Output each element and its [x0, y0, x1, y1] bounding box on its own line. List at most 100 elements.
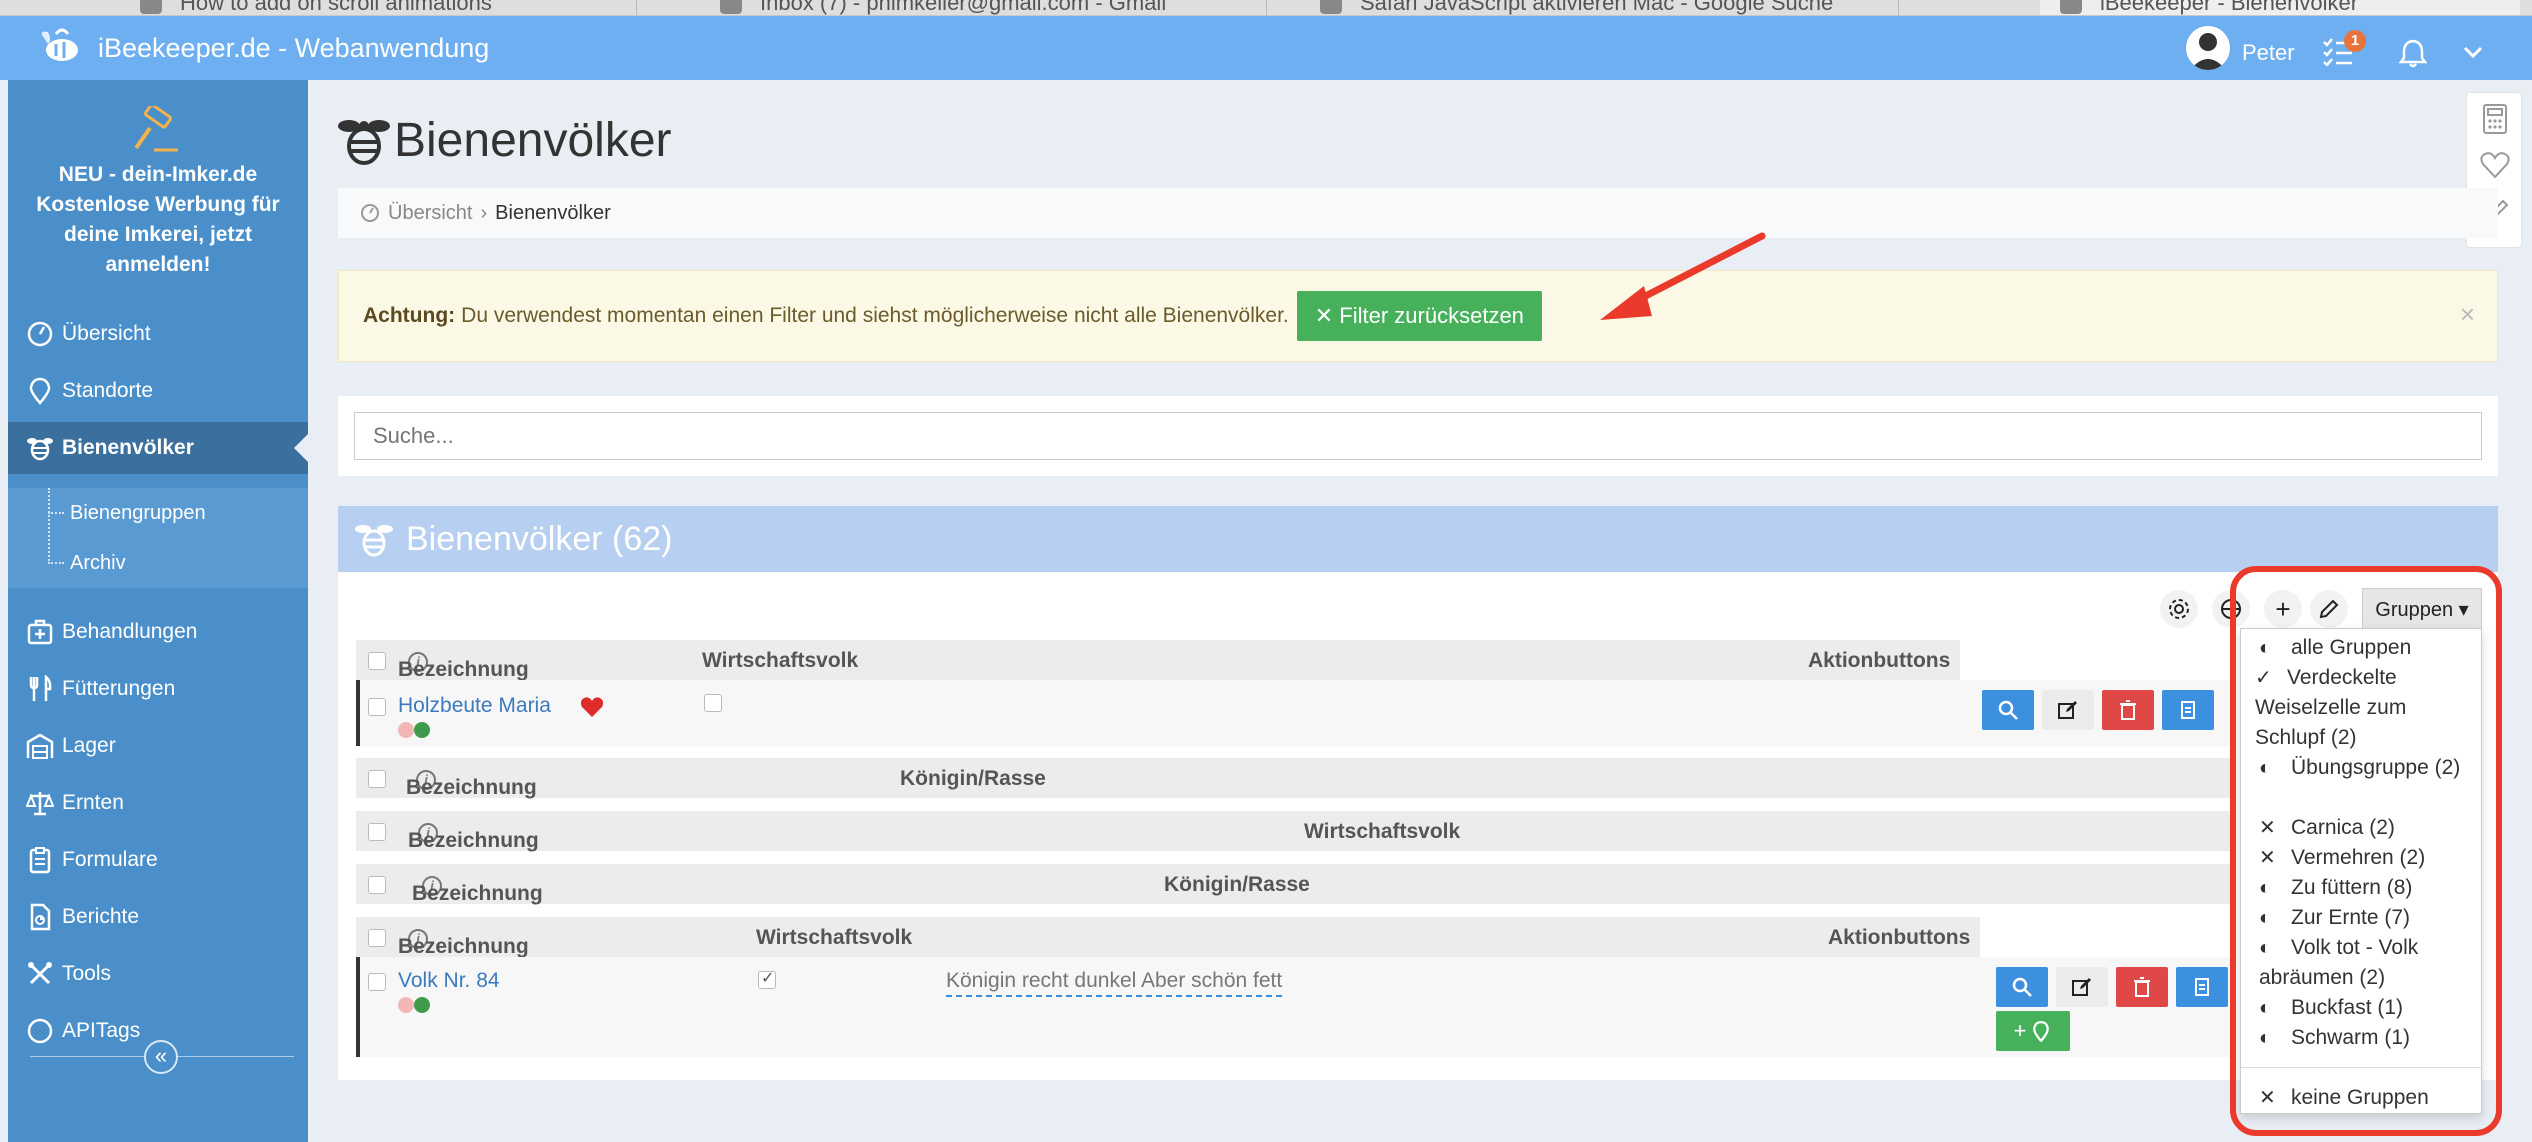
wirtschaftsvolk-checkbox[interactable]	[704, 694, 722, 712]
add-location-button[interactable]: +	[1996, 1011, 2070, 1051]
bee-logo-icon[interactable]	[34, 26, 86, 68]
breadcrumb-home[interactable]: Übersicht	[388, 202, 472, 225]
sidebar-item-bienengruppen[interactable]: Bienengruppen	[8, 488, 308, 538]
clipboard-icon	[29, 847, 51, 874]
select-all-checkbox[interactable]	[368, 929, 386, 947]
wirtschaftsvolk-checkbox[interactable]	[758, 968, 776, 989]
chevron-down-icon[interactable]	[2462, 42, 2484, 62]
delete-button[interactable]	[2116, 967, 2168, 1007]
sidebar-item-label: APITags	[62, 1019, 141, 1042]
search-input[interactable]	[354, 412, 2482, 460]
sidebar-item-label: Tools	[62, 962, 112, 985]
bell-icon[interactable]	[2398, 38, 2428, 68]
col-bezeichnung[interactable]: Bezeichnung i	[408, 820, 539, 852]
map-pin-icon	[29, 377, 51, 405]
browser-tab[interactable]: Inbox (7) - pnimkeller@gmail.com - Gmail	[700, 0, 1260, 15]
circle-icon	[27, 1018, 53, 1044]
col-koenigin[interactable]: Königin/Rasse	[900, 767, 1046, 791]
alert-text: Du verwendest momentan einen Filter und …	[461, 304, 1289, 327]
calculator-icon[interactable]	[2479, 103, 2511, 135]
notes-button[interactable]	[2176, 967, 2228, 1007]
reset-filter-button[interactable]: ✕ Filter zurücksetzen	[1296, 291, 1542, 341]
browser-tab[interactable]: How to add on scroll animations	[120, 0, 620, 15]
view-button[interactable]	[1996, 967, 2048, 1007]
col-bezeichnung[interactable]: Bezeichnung i	[398, 649, 529, 681]
view-button[interactable]	[1982, 690, 2034, 730]
sidebar-item-standorte[interactable]: Standorte	[8, 365, 308, 417]
gear-icon[interactable]	[2160, 590, 2198, 628]
table-header: Bezeichnung i Wirtschaftsvolk Aktionbutto…	[356, 917, 1980, 958]
colony-link[interactable]: Volk Nr. 84	[398, 969, 500, 993]
sidebar-collapse-button[interactable]: «	[144, 1040, 178, 1074]
edit-icon	[2058, 701, 2077, 719]
sidebar-item-archiv[interactable]: Archiv	[8, 538, 308, 588]
dashboard-icon	[361, 204, 379, 222]
select-all-checkbox[interactable]	[368, 770, 386, 788]
annotation-highlight-box	[2230, 566, 2502, 1136]
favicon-icon	[140, 0, 162, 14]
edit-button[interactable]	[2042, 690, 2094, 730]
col-bezeichnung[interactable]: Bezeichnung i	[412, 873, 543, 905]
user-avatar[interactable]	[2186, 26, 2230, 70]
sidebar-item-label: Berichte	[62, 905, 140, 928]
edit-button[interactable]	[2056, 967, 2108, 1007]
sidebar-item-bienenvoelker[interactable]: Bienenvölker	[8, 422, 308, 474]
zoom-icon	[1998, 700, 2018, 720]
favicon-icon	[2060, 0, 2082, 14]
sidebar-item-ernten[interactable]: Ernten	[8, 777, 308, 829]
warehouse-icon	[26, 733, 54, 759]
queen-note[interactable]: Königin recht dunkel Aber schön fett	[946, 969, 1283, 997]
sidebar-item-label: Bienenvölker	[62, 436, 194, 459]
sidebar-item-label: Formulare	[62, 848, 158, 871]
promo-text[interactable]: NEU - dein-Imker.de Kostenlose Werbung f…	[18, 160, 298, 280]
sidebar-item-berichte[interactable]: Berichte	[8, 891, 308, 943]
table-header: Bezeichnung i Wirtschaftsvolk	[356, 811, 2232, 852]
document-icon	[2181, 701, 2195, 719]
row-checkbox[interactable]	[368, 698, 386, 716]
zoom-icon	[2012, 977, 2032, 997]
notes-button[interactable]	[2162, 690, 2214, 730]
breadcrumb: Übersicht › Bienenvölker	[338, 188, 2498, 238]
heart-icon[interactable]	[2479, 149, 2511, 181]
heart-icon[interactable]	[580, 696, 604, 718]
col-wirtschaftsvolk[interactable]: Wirtschaftsvolk	[1304, 820, 1460, 844]
col-koenigin[interactable]: Königin/Rasse	[1164, 873, 1310, 897]
status-dot	[398, 722, 414, 738]
select-all-checkbox[interactable]	[368, 823, 386, 841]
browser-tab[interactable]: Safari JavaScript aktivieren Mac - Googl…	[1300, 0, 1880, 15]
select-all-checkbox[interactable]	[368, 652, 386, 670]
sidebar-item-uebersicht[interactable]: Übersicht	[8, 308, 308, 360]
sidebar-item-formulare[interactable]: Formulare	[8, 834, 308, 886]
table-header: Bezeichnung i Königin/Rasse	[356, 758, 2232, 799]
sidebar-item-fuetterungen[interactable]: Fütterungen	[8, 663, 308, 715]
top-navbar: iBeekeeper.de - Webanwendung Peter 1	[0, 16, 2532, 80]
sidebar-item-behandlungen[interactable]: Behandlungen	[8, 606, 308, 658]
delete-button[interactable]	[2102, 690, 2154, 730]
col-bezeichnung[interactable]: Bezeichnung i	[406, 767, 537, 799]
report-icon	[30, 903, 51, 931]
col-wirtschaftsvolk[interactable]: Wirtschaftsvolk	[756, 926, 912, 950]
panel-header: Bienenvölker (62)	[338, 506, 2498, 572]
sidebar-item-label: Übersicht	[62, 322, 151, 345]
row-checkbox[interactable]	[368, 973, 386, 991]
breadcrumb-current: Bienenvölker	[495, 201, 611, 224]
close-icon[interactable]: ×	[2460, 299, 2475, 330]
tasks-badge: 1	[2344, 30, 2366, 52]
status-dot	[414, 997, 430, 1013]
trash-icon	[2134, 977, 2150, 997]
select-all-checkbox[interactable]	[368, 876, 386, 894]
colony-link[interactable]: Holzbeute Maria	[398, 694, 551, 718]
filter-alert: Achtung: Du verwendest momentan einen Fi…	[338, 270, 2498, 362]
browser-tab-active[interactable]: iBeekeeper - Bienenvölker	[2040, 0, 2520, 15]
col-bezeichnung[interactable]: Bezeichnung i	[398, 926, 529, 958]
bee-icon	[27, 438, 53, 461]
brand-title[interactable]: iBeekeeper.de - Webanwendung	[98, 33, 489, 64]
sidebar-item-tools[interactable]: Tools	[8, 948, 308, 1000]
user-name[interactable]: Peter	[2242, 40, 2295, 66]
sidebar-item-lager[interactable]: Lager	[8, 720, 308, 772]
page-title: Bienenvölker	[336, 110, 672, 170]
col-aktionbuttons: Aktionbuttons	[1808, 649, 1951, 672]
sidebar-item-label: Behandlungen	[62, 620, 198, 643]
sidebar: NEU - dein-Imker.de Kostenlose Werbung f…	[8, 80, 308, 1142]
col-wirtschaftsvolk[interactable]: Wirtschaftsvolk	[702, 649, 858, 673]
